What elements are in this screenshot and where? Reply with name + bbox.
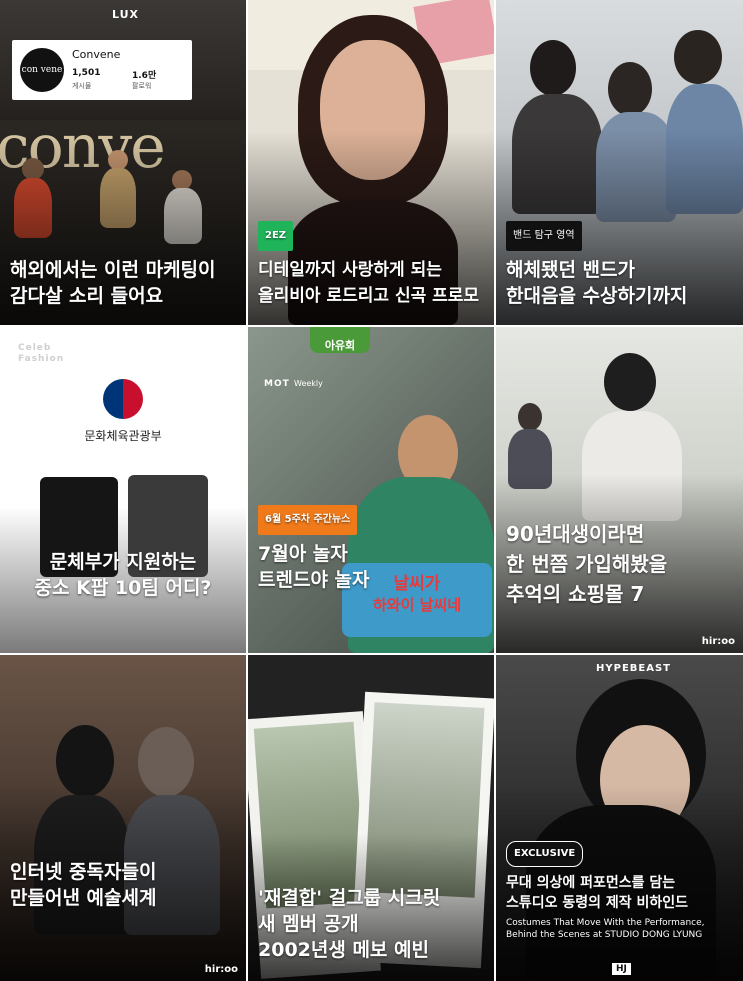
post-caption: '재결합' 걸그룹 시크릿 새 멤버 공개 2002년생 메보 예빈 [258, 885, 484, 963]
post-caption: 90년대생이라면 한 번쯤 가입해봤을 추억의 쇼핑몰 7 [506, 519, 733, 609]
panel-bg [0, 327, 246, 653]
corner-logo: hir:oo [204, 964, 238, 975]
post-caption: 밴드 탐구 영역 해체됐던 밴드가 한대음을 수상하기까지 [506, 219, 733, 309]
post-tile-weekly[interactable]: 아유회 MOT Weekly 날씨가 하와이 날씨네 6월 5주차 주간뉴스 7… [248, 327, 494, 653]
posts-label: 게시물 [72, 82, 92, 90]
caption-line: 중소 K팝 10팀 어디? [34, 577, 212, 599]
post-tile-convene[interactable]: conve LUX con vene Convene 1,501 게시물 1.6… [0, 0, 246, 325]
caption-line: 무대 의상에 퍼포먼스를 담는 [506, 875, 676, 891]
caption-line: 한대음을 수상하기까지 [506, 285, 688, 307]
post-tile-shopping[interactable]: 90년대생이라면 한 번쯤 가입해봤을 추억의 쇼핑몰 7 hir:oo [496, 327, 743, 653]
show-sign: 아유회 [310, 327, 370, 353]
brand-sub: Weekly [294, 379, 323, 388]
member-figure [674, 30, 722, 84]
caption-line: '재결합' 걸그룹 시크릿 [258, 887, 441, 909]
subcaption-line: Costumes That Move With the Performance, [506, 918, 705, 928]
convene-logo: con vene [20, 48, 64, 92]
profile-card: con vene Convene 1,501 게시물 1.6만 팔로워 [12, 40, 192, 100]
corner-logo: hir:oo [701, 636, 735, 647]
caption-line: 감다살 소리 들어요 [10, 285, 164, 307]
post-grid: conve LUX con vene Convene 1,501 게시물 1.6… [0, 0, 743, 981]
category-tag: 2EZ [258, 221, 294, 251]
caption-line: 트렌드야 놀자 [258, 569, 370, 591]
post-caption: EXCLUSIVE 무대 의상에 퍼포먼스를 담는 스튜디오 동령의 제작 비하… [506, 841, 733, 941]
caption-line: 디테일까지 사랑하게 되는 [258, 260, 442, 280]
brand-logo: HYPEBEAST [596, 663, 671, 674]
caption-line: 새 멤버 공개 [258, 913, 359, 935]
ministry-name: 문화체육관광부 [84, 429, 162, 443]
post-tile-band[interactable]: 밴드 탐구 영역 해체됐던 밴드가 한대음을 수상하기까지 [496, 0, 743, 325]
caption-line: 2002년생 메보 예빈 [258, 939, 429, 961]
post-caption: 2EZ 디테일까지 사랑하게 되는 올리비아 로드리고 신곡 프로모 [258, 219, 484, 309]
post-tile-kpop[interactable]: Celeb Fashion 문화체육관광부 문체부가 지원하는 중소 K팝 10… [0, 327, 246, 653]
post-caption: 6월 5주차 주간뉴스 7월아 놀자 트렌드야 놀자 [258, 503, 484, 593]
post-tile-art[interactable]: 인터넷 중독자들이 만들어낸 예술세계 hir:oo [0, 655, 246, 981]
caption-line: 해외에서는 이런 마케팅이 [10, 259, 216, 281]
caption-line: 문체부가 지원하는 [49, 551, 197, 573]
caption-line: 스튜디오 동령의 제작 비하인드 [506, 895, 689, 911]
person-figure [604, 353, 656, 411]
post-tile-hypebeast[interactable]: HYPEBEAST EXCLUSIVE 무대 의상에 퍼포먼스를 담는 스튜디오… [496, 655, 743, 981]
sign-line: 하와이 날씨네 [372, 596, 462, 614]
caption-line: 한 번쯤 가입해봤을 [506, 552, 668, 576]
member-figure [608, 62, 652, 116]
caption-line: 올리비아 로드리고 신곡 프로모 [258, 286, 480, 306]
brand-logo: Celeb Fashion [18, 343, 65, 364]
caption-line: 7월아 놀자 [258, 543, 348, 565]
subcaption-line: Behind the Scenes at STUDIO DONG LYUNG [506, 930, 703, 940]
caption-line: 만들어낸 예술세계 [10, 887, 157, 909]
exclusive-badge: EXCLUSIVE [506, 841, 584, 867]
followers-count: 1.6만 [132, 71, 157, 81]
caption-line: 추억의 쇼핑몰 7 [506, 582, 645, 606]
caption-line: 인터넷 중독자들이 [10, 861, 157, 883]
caption-line: 해체됐던 밴드가 [506, 259, 635, 281]
category-tag: 밴드 탐구 영역 [506, 221, 582, 251]
followers-label: 팔로워 [132, 82, 152, 90]
profile-name: Convene [72, 48, 121, 61]
post-tile-secret[interactable]: '재결합' 걸그룹 시크릿 새 멤버 공개 2002년생 메보 예빈 [248, 655, 494, 981]
post-caption: 해외에서는 이런 마케팅이 감다살 소리 들어요 [10, 257, 236, 309]
corner-logo: HJ [612, 963, 631, 975]
post-caption: 문체부가 지원하는 중소 K팝 10팀 어디? [10, 549, 236, 601]
category-tag: 6월 5주차 주간뉴스 [258, 505, 358, 535]
taegeuk-icon [103, 379, 143, 419]
brand-logo: LUX [112, 8, 140, 21]
brand-logo: MOT [264, 379, 290, 389]
person-figure [518, 403, 542, 431]
caption-line: 90년대생이라면 [506, 522, 645, 546]
post-caption: 인터넷 중독자들이 만들어낸 예술세계 [10, 859, 236, 911]
posts-count: 1,501 [72, 68, 101, 78]
member-figure [530, 40, 576, 96]
post-tile-olivia[interactable]: 2EZ 디테일까지 사랑하게 되는 올리비아 로드리고 신곡 프로모 [248, 0, 494, 325]
